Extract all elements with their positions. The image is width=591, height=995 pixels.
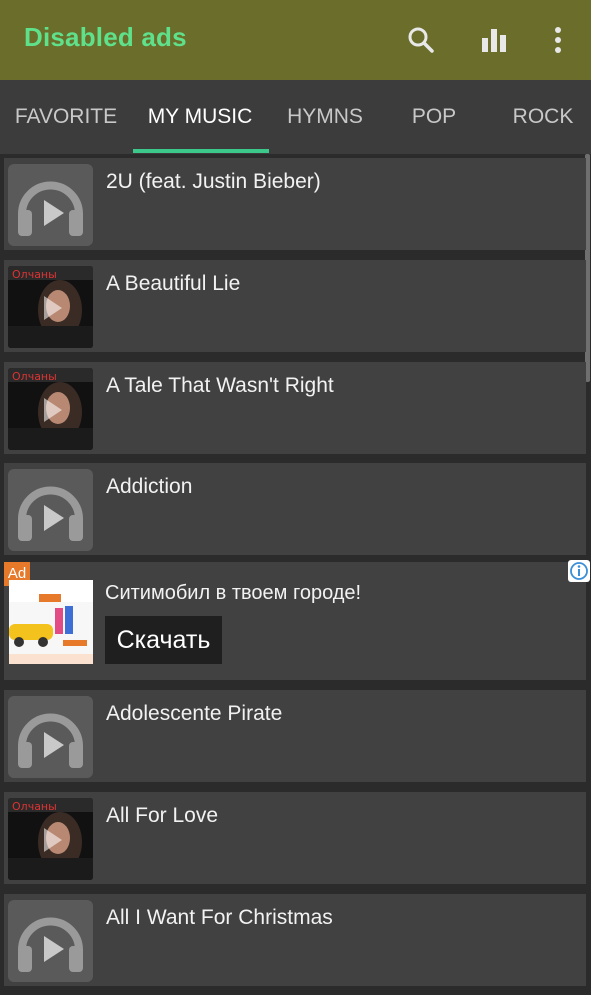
- ad-info-button[interactable]: [568, 560, 590, 582]
- album-art: Олчаны: [8, 798, 93, 880]
- headphones-icon: [8, 900, 93, 982]
- song-row[interactable]: Addiction: [4, 463, 586, 555]
- song-row[interactable]: Олчаны A Tale That Wasn't Right: [4, 362, 586, 454]
- app-title: Disabled ads: [24, 22, 187, 52]
- song-title: A Tale That Wasn't Right: [106, 374, 334, 397]
- song-row[interactable]: Adolescente Pirate: [4, 690, 586, 782]
- ad-install-button[interactable]: Скачать: [105, 616, 222, 664]
- svg-text:Олчаны: Олчаны: [12, 800, 57, 813]
- song-title: 2U (feat. Justin Bieber): [106, 170, 321, 193]
- svg-text:Олчаны: Олчаны: [12, 370, 57, 383]
- headphones-icon: [8, 469, 93, 551]
- song-row[interactable]: Олчаны A Beautiful Lie: [4, 260, 586, 352]
- app-bar: Disabled ads: [0, 0, 591, 80]
- song-title: Addiction: [106, 475, 193, 498]
- song-row[interactable]: All I Want For Christmas: [4, 894, 586, 986]
- tab-hymns[interactable]: HYMNS: [280, 80, 370, 154]
- song-title: All I Want For Christmas: [106, 906, 333, 929]
- song-title: Adolescente Pirate: [106, 702, 283, 725]
- search-button[interactable]: [401, 20, 441, 60]
- info-icon: [570, 562, 588, 580]
- song-row[interactable]: Олчаны All For Love: [4, 792, 586, 884]
- tab-indicator: [133, 149, 269, 153]
- tab-pop[interactable]: POP: [404, 80, 464, 154]
- tab-bar: FAVORITE MY MUSIC HYMNS POP ROCK: [0, 80, 591, 154]
- ad-title[interactable]: Ситимобил в твоем городе!: [105, 582, 361, 605]
- song-title: All For Love: [106, 804, 219, 827]
- tab-rock[interactable]: ROCK: [508, 80, 578, 154]
- headphones-icon: [8, 164, 93, 246]
- ad-image: [9, 580, 93, 664]
- song-row[interactable]: 2U (feat. Justin Bieber): [4, 158, 586, 250]
- equalizer-icon: [482, 29, 506, 52]
- song-title: A Beautiful Lie: [106, 272, 241, 295]
- equalizer-button[interactable]: [474, 20, 514, 60]
- album-art: Олчаны: [8, 368, 93, 450]
- tab-my-music[interactable]: MY MUSIC: [136, 80, 264, 154]
- search-icon: [408, 27, 434, 53]
- tab-favorite[interactable]: FAVORITE: [14, 80, 118, 154]
- overflow-menu-button[interactable]: [538, 20, 578, 60]
- headphones-icon: [8, 696, 93, 778]
- svg-text:Олчаны: Олчаны: [12, 268, 57, 281]
- album-art: Олчаны: [8, 266, 93, 348]
- more-vert-icon: [555, 27, 561, 53]
